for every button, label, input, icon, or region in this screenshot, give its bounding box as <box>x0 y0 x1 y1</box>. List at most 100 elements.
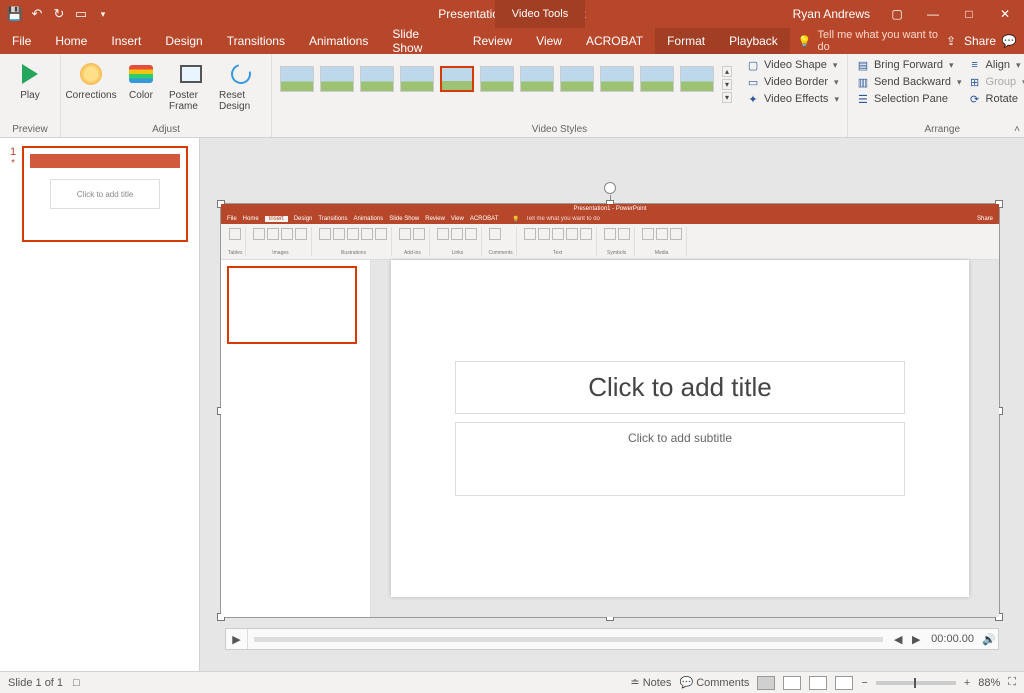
inner-tab: ACROBAT <box>470 216 499 222</box>
spellcheck-icon[interactable]: □ <box>73 677 80 689</box>
share-icon[interactable]: ⇪ <box>944 34 958 48</box>
rotate-handle-icon[interactable] <box>604 182 616 194</box>
playbar-next-icon[interactable]: ▶ <box>907 633 925 646</box>
effects-icon: ✦ <box>746 92 760 106</box>
playbar-play-icon[interactable]: ▶ <box>226 629 248 649</box>
video-style-gallery[interactable]: ▴ ▾ ▾ <box>280 62 732 103</box>
tab-animations[interactable]: Animations <box>297 28 380 54</box>
video-border-button[interactable]: ▭Video Border <box>746 75 839 89</box>
maximize-icon[interactable]: □ <box>954 3 984 25</box>
style-thumb[interactable] <box>520 66 554 92</box>
send-backward-button[interactable]: ▥Send Backward <box>856 75 962 89</box>
tab-transitions[interactable]: Transitions <box>215 28 297 54</box>
ribbon-options-icon[interactable]: ▢ <box>882 3 912 25</box>
style-thumb[interactable] <box>680 66 714 92</box>
inner-tab-active: Insert <box>265 216 288 222</box>
color-button[interactable]: Color <box>119 58 163 101</box>
inner-subtitle-placeholder: Click to add subtitle <box>455 422 906 496</box>
normal-view-icon[interactable] <box>757 676 775 690</box>
send-backward-label: Send Backward <box>874 76 951 88</box>
quick-access-toolbar: 💾 ↶ ↻ ▭ ▾ <box>0 5 112 23</box>
slide-thumbnail-1[interactable]: 1 * Click to add title <box>10 146 193 242</box>
group-button[interactable]: ⊞Group <box>968 75 1024 89</box>
playbar-volume-icon[interactable]: 🔊 <box>980 633 998 646</box>
video-object[interactable]: Presentation1 - PowerPoint File Home Ins… <box>220 203 1000 618</box>
slide-thumb-preview[interactable]: Click to add title <box>22 146 188 242</box>
reset-design-button[interactable]: Reset Design <box>219 58 263 112</box>
gallery-more-icon[interactable]: ▾ <box>722 92 732 103</box>
minimize-icon[interactable]: — <box>918 3 948 25</box>
video-playbar[interactable]: ▶ ◀ ▶ 00:00.00 🔊 <box>225 628 999 650</box>
slideshow-view-icon[interactable] <box>835 676 853 690</box>
inner-group-label: Media <box>641 250 683 256</box>
style-thumb[interactable] <box>360 66 394 92</box>
playbar-prev-icon[interactable]: ◀ <box>889 633 907 646</box>
style-thumb[interactable] <box>400 66 434 92</box>
style-thumb[interactable] <box>600 66 634 92</box>
bring-forward-button[interactable]: ▤Bring Forward <box>856 58 962 72</box>
zoom-out-icon[interactable]: − <box>861 677 867 689</box>
comments-button[interactable]: 💬 Comments <box>679 676 749 689</box>
rotate-button[interactable]: ⟳Rotate <box>968 92 1024 106</box>
playbar-track[interactable] <box>254 637 883 642</box>
style-thumb[interactable] <box>640 66 674 92</box>
collapse-ribbon-icon[interactable]: ˄ <box>1014 124 1020 135</box>
gallery-scroll-up-icon[interactable]: ▴ <box>722 66 732 77</box>
shape-icon: ▢ <box>746 58 760 72</box>
gallery-scroll-down-icon[interactable]: ▾ <box>722 79 732 90</box>
slide-canvas[interactable]: Presentation1 - PowerPoint File Home Ins… <box>200 138 1024 671</box>
slidesorter-view-icon[interactable] <box>783 676 801 690</box>
reading-view-icon[interactable] <box>809 676 827 690</box>
group-video-styles: ▴ ▾ ▾ ▢Video Shape ▭Video Border ✦Video … <box>272 54 848 137</box>
inner-titlebar: Presentation1 - PowerPoint <box>221 204 999 214</box>
corrections-button[interactable]: Corrections <box>69 58 113 101</box>
redo-icon[interactable]: ↻ <box>50 5 68 23</box>
inner-title-placeholder: Click to add title <box>455 361 906 414</box>
tell-me[interactable]: 💡 Tell me what you want to do <box>798 28 944 54</box>
fit-to-window-icon[interactable]: ⛶ <box>1008 676 1016 689</box>
selection-pane-button[interactable]: ☰Selection Pane <box>856 92 962 106</box>
tab-home[interactable]: Home <box>43 28 99 54</box>
inner-group-label: Tables <box>228 250 242 256</box>
frame-icon <box>180 65 202 83</box>
video-shape-button[interactable]: ▢Video Shape <box>746 58 839 72</box>
reset-label: Reset Design <box>219 90 263 112</box>
user-name[interactable]: Ryan Andrews <box>793 7 870 21</box>
style-thumb[interactable] <box>560 66 594 92</box>
tab-acrobat[interactable]: ACROBAT <box>574 28 655 54</box>
zoom-slider[interactable] <box>876 681 956 685</box>
save-icon[interactable]: 💾 <box>6 5 24 23</box>
start-from-beginning-icon[interactable]: ▭ <box>72 5 90 23</box>
slide-indicator[interactable]: Slide 1 of 1 <box>8 677 63 689</box>
style-thumb-selected[interactable] <box>440 66 474 92</box>
tell-me-text: Tell me what you want to do <box>818 29 944 53</box>
align-button[interactable]: ≡Align <box>968 58 1024 72</box>
share-button[interactable]: Share <box>964 34 996 48</box>
tab-review[interactable]: Review <box>461 28 524 54</box>
tab-insert[interactable]: Insert <box>99 28 153 54</box>
style-thumb[interactable] <box>480 66 514 92</box>
group-arrange: ▤Bring Forward ▥Send Backward ☰Selection… <box>848 54 1024 137</box>
style-thumb[interactable] <box>280 66 314 92</box>
zoom-in-icon[interactable]: + <box>964 677 970 689</box>
zoom-level[interactable]: 88% <box>978 677 1000 689</box>
notes-button[interactable]: ≐ Notes <box>630 676 671 689</box>
slide-thumbnails-pane[interactable]: 1 * Click to add title <box>0 138 200 671</box>
color-label: Color <box>129 90 153 101</box>
qat-customize-icon[interactable]: ▾ <box>94 5 112 23</box>
selection-pane-label: Selection Pane <box>874 93 948 105</box>
comments-icon[interactable]: 💬 <box>1002 34 1016 48</box>
tab-slideshow[interactable]: Slide Show <box>380 28 460 54</box>
inner-tab: Transitions <box>318 216 347 222</box>
close-icon[interactable]: ✕ <box>990 3 1020 25</box>
undo-icon[interactable]: ↶ <box>28 5 46 23</box>
tab-design[interactable]: Design <box>153 28 214 54</box>
poster-frame-button[interactable]: Poster Frame <box>169 58 213 112</box>
tab-view[interactable]: View <box>524 28 574 54</box>
tab-format[interactable]: Format <box>655 28 717 54</box>
style-thumb[interactable] <box>320 66 354 92</box>
tab-playback[interactable]: Playback <box>717 28 790 54</box>
play-button[interactable]: Play <box>8 58 52 101</box>
tab-file[interactable]: File <box>0 28 43 54</box>
video-effects-button[interactable]: ✦Video Effects <box>746 92 839 106</box>
